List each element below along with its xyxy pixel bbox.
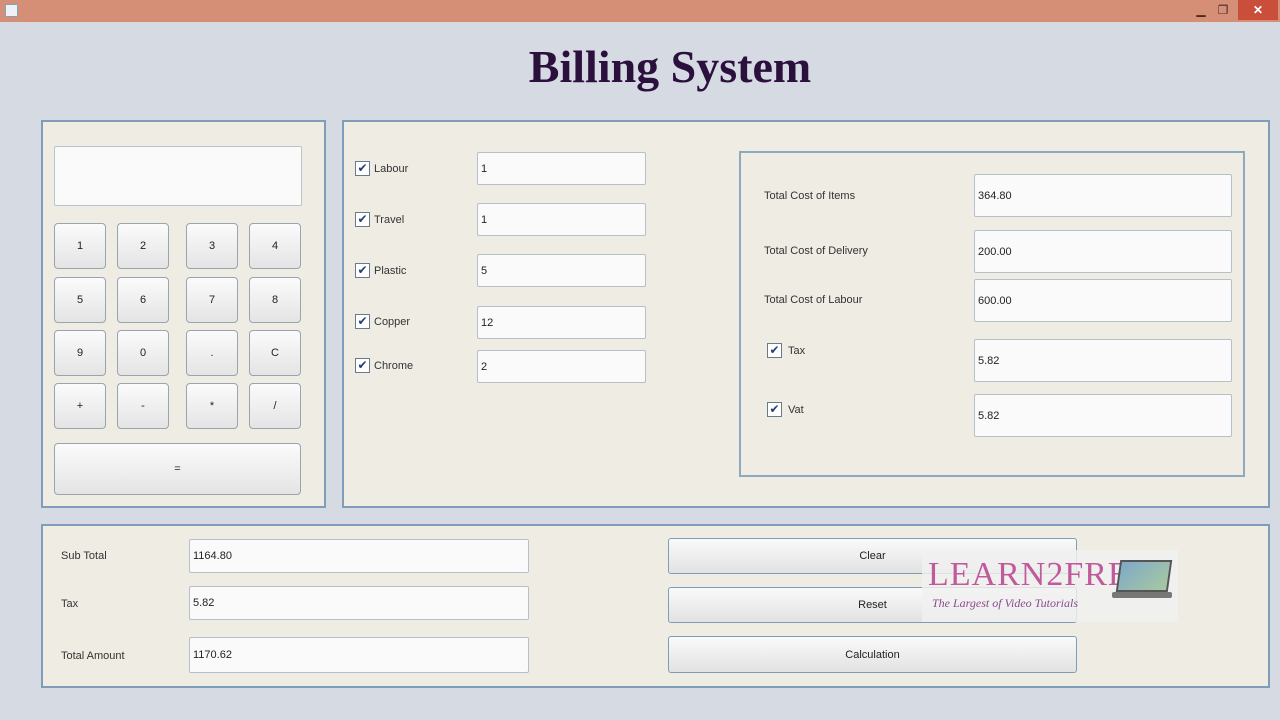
subtotal-field[interactable] — [189, 539, 529, 573]
plastic-checkbox[interactable]: ✔ — [355, 263, 370, 278]
travel-checkbox[interactable]: ✔ — [355, 212, 370, 227]
labour-field[interactable] — [477, 152, 646, 185]
page-title: Billing System — [528, 41, 812, 92]
copper-field[interactable] — [477, 306, 646, 339]
chrome-checkbox[interactable]: ✔ — [355, 358, 370, 373]
key-clear[interactable]: C — [249, 330, 301, 376]
key-0[interactable]: 0 — [117, 330, 169, 376]
key-add[interactable]: + — [54, 383, 106, 429]
labour-checkbox[interactable]: ✔ — [355, 161, 370, 176]
minimize-button[interactable]: ▁ — [1190, 0, 1212, 20]
total-amount-label: Total Amount — [61, 650, 125, 662]
key-9[interactable]: 9 — [54, 330, 106, 376]
key-decimal[interactable]: . — [186, 330, 238, 376]
delivery-cost-field[interactable] — [974, 230, 1232, 273]
vat-checkbox-label: Vat — [788, 404, 804, 416]
labour-cost-label: Total Cost of Labour — [764, 294, 863, 306]
maximize-button[interactable]: ❐ — [1212, 0, 1234, 20]
copper-checkbox[interactable]: ✔ — [355, 314, 370, 329]
travel-label: Travel — [374, 214, 405, 226]
close-button[interactable]: ✕ — [1238, 0, 1278, 20]
tax-checkbox-label: Tax — [788, 345, 806, 357]
key-2[interactable]: 2 — [117, 223, 169, 269]
copper-label: Copper — [374, 316, 411, 328]
app-icon — [5, 4, 18, 17]
key-3[interactable]: 3 — [186, 223, 238, 269]
calculator-display[interactable] — [54, 146, 302, 206]
items-cost-label: Total Cost of Items — [764, 190, 856, 202]
chrome-label: Chrome — [374, 360, 414, 372]
vat-rate-field[interactable] — [974, 394, 1232, 437]
key-8[interactable]: 8 — [249, 277, 301, 323]
laptop-icon — [1115, 560, 1173, 592]
plastic-field[interactable] — [477, 254, 646, 287]
tax-checkbox[interactable]: ✔ — [767, 343, 782, 358]
key-equals[interactable]: = — [54, 443, 301, 495]
calculation-button[interactable]: Calculation — [668, 636, 1077, 673]
tax-rate-field[interactable] — [974, 339, 1232, 382]
key-5[interactable]: 5 — [54, 277, 106, 323]
chrome-field[interactable] — [477, 350, 646, 383]
key-6[interactable]: 6 — [117, 277, 169, 323]
subtotal-label: Sub Total — [61, 550, 107, 562]
key-4[interactable]: 4 — [249, 223, 301, 269]
key-subtract[interactable]: - — [117, 383, 169, 429]
summary-tax-label: Tax — [61, 598, 79, 610]
key-divide[interactable]: / — [249, 383, 301, 429]
delivery-cost-label: Total Cost of Delivery — [764, 245, 868, 257]
laptop-base-icon — [1112, 592, 1172, 598]
items-cost-field[interactable] — [974, 174, 1232, 217]
labour-label: Labour — [374, 163, 409, 175]
travel-field[interactable] — [477, 203, 646, 236]
total-amount-field[interactable] — [189, 637, 529, 673]
labour-cost-field[interactable] — [974, 279, 1232, 322]
key-7[interactable]: 7 — [186, 277, 238, 323]
watermark-tagline: The Largest of Video Tutorials — [932, 596, 1079, 610]
window-title-bar: ▁ ❐ ✕ — [0, 0, 1280, 22]
key-1[interactable]: 1 — [54, 223, 106, 269]
summary-tax-field[interactable] — [189, 586, 529, 620]
learn2free-watermark: LEARN2FREE The Largest of Video Tutorial… — [922, 550, 1178, 622]
plastic-label: Plastic — [374, 265, 407, 277]
key-multiply[interactable]: * — [186, 383, 238, 429]
vat-checkbox[interactable]: ✔ — [767, 402, 782, 417]
